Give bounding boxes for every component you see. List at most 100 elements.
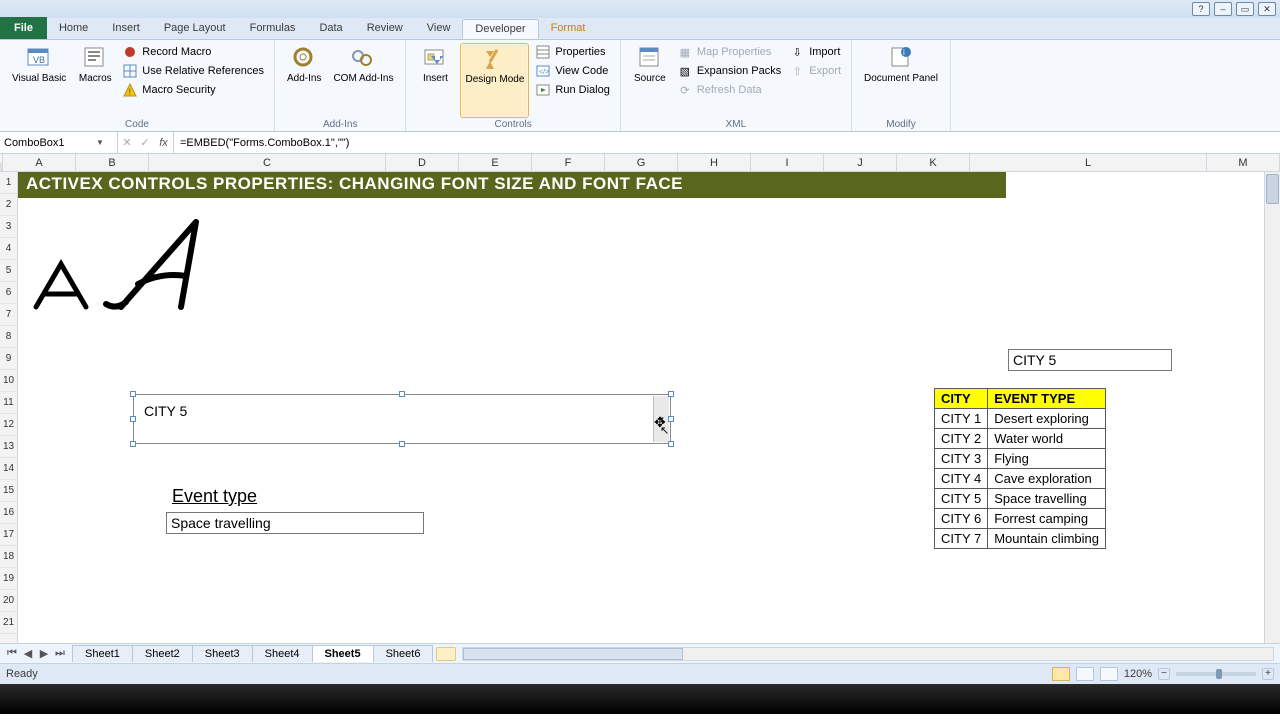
- minimize-button[interactable]: –: [1214, 2, 1232, 16]
- column-header[interactable]: L: [970, 154, 1207, 171]
- file-tab[interactable]: File: [0, 17, 47, 39]
- row-header[interactable]: 6: [0, 282, 17, 304]
- tab-page-layout[interactable]: Page Layout: [152, 19, 238, 39]
- sheet-tab[interactable]: Sheet3: [192, 645, 253, 662]
- row-header[interactable]: 1: [0, 172, 17, 194]
- tab-formulas[interactable]: Formulas: [238, 19, 308, 39]
- column-header[interactable]: J: [824, 154, 897, 171]
- row-header[interactable]: 16: [0, 502, 17, 524]
- resize-handle[interactable]: [399, 441, 405, 447]
- row-header[interactable]: 2: [0, 194, 17, 216]
- table-cell[interactable]: CITY 5: [935, 489, 988, 509]
- import-button[interactable]: ⇩Import: [787, 43, 843, 61]
- row-header[interactable]: 21: [0, 612, 17, 634]
- row-header[interactable]: 17: [0, 524, 17, 546]
- resize-handle[interactable]: [399, 391, 405, 397]
- insert-control-button[interactable]: Insert: [414, 43, 456, 118]
- run-dialog-button[interactable]: Run Dialog: [533, 81, 611, 99]
- column-header[interactable]: A: [3, 154, 76, 171]
- column-header[interactable]: I: [751, 154, 824, 171]
- close-button[interactable]: ✕: [1258, 2, 1276, 16]
- name-box-input[interactable]: [4, 137, 96, 149]
- table-cell[interactable]: Water world: [988, 429, 1106, 449]
- row-header[interactable]: 7: [0, 304, 17, 326]
- vertical-scrollbar[interactable]: [1264, 172, 1280, 643]
- tab-format[interactable]: Format: [539, 19, 598, 39]
- horizontal-scrollbar[interactable]: [462, 647, 1274, 661]
- scroll-thumb[interactable]: [1266, 174, 1279, 204]
- table-cell[interactable]: CITY 6: [935, 509, 988, 529]
- xml-source-button[interactable]: Source: [629, 43, 671, 118]
- formula-input[interactable]: =EMBED("Forms.ComboBox.1",""): [174, 137, 1280, 149]
- resize-handle[interactable]: [130, 441, 136, 447]
- table-cell[interactable]: Cave exploration: [988, 469, 1106, 489]
- tab-developer[interactable]: Developer: [462, 19, 538, 39]
- table-cell[interactable]: Flying: [988, 449, 1106, 469]
- row-header[interactable]: 19: [0, 568, 17, 590]
- resize-handle[interactable]: [668, 441, 674, 447]
- next-sheet-button[interactable]: ▶: [36, 647, 52, 660]
- zoom-level[interactable]: 120%: [1124, 668, 1152, 680]
- resize-handle[interactable]: [130, 416, 136, 422]
- row-header[interactable]: 14: [0, 458, 17, 480]
- row-header[interactable]: 18: [0, 546, 17, 568]
- view-code-button[interactable]: </>View Code: [533, 62, 611, 80]
- sheet-tab[interactable]: Sheet6: [373, 645, 434, 662]
- document-panel-button[interactable]: i Document Panel: [860, 43, 942, 118]
- resize-handle[interactable]: [668, 391, 674, 397]
- visual-basic-button[interactable]: VB Visual Basic: [8, 43, 70, 118]
- page-break-view-button[interactable]: [1100, 667, 1118, 681]
- tab-home[interactable]: Home: [47, 19, 100, 39]
- enter-icon[interactable]: ✓: [136, 132, 154, 153]
- row-header[interactable]: 3: [0, 216, 17, 238]
- new-sheet-button[interactable]: [436, 647, 456, 661]
- row-header[interactable]: 11: [0, 392, 17, 414]
- normal-view-button[interactable]: [1052, 667, 1070, 681]
- cancel-icon[interactable]: ✕: [118, 132, 136, 153]
- macro-security-button[interactable]: ! Macro Security: [120, 81, 266, 99]
- column-header[interactable]: G: [605, 154, 678, 171]
- addins-button[interactable]: Add-Ins: [283, 43, 325, 118]
- zoom-thumb[interactable]: [1216, 669, 1222, 679]
- zoom-out-button[interactable]: −: [1158, 668, 1170, 680]
- column-header[interactable]: E: [459, 154, 532, 171]
- row-header[interactable]: 15: [0, 480, 17, 502]
- os-taskbar[interactable]: [0, 684, 1280, 714]
- page-layout-view-button[interactable]: [1076, 667, 1094, 681]
- fx-button[interactable]: fx: [154, 132, 174, 153]
- last-sheet-button[interactable]: ⏭: [52, 647, 68, 660]
- sheet-tab[interactable]: Sheet1: [72, 645, 133, 662]
- com-addins-button[interactable]: COM Add-Ins: [329, 43, 397, 118]
- table-cell[interactable]: CITY 1: [935, 409, 988, 429]
- tab-data[interactable]: Data: [307, 19, 354, 39]
- expansion-packs-button[interactable]: ▧Expansion Packs: [675, 62, 783, 80]
- sheet-tab[interactable]: Sheet4: [252, 645, 313, 662]
- table-cell[interactable]: Desert exploring: [988, 409, 1106, 429]
- column-header[interactable]: H: [678, 154, 751, 171]
- row-header[interactable]: 5: [0, 260, 17, 282]
- resize-handle[interactable]: [668, 416, 674, 422]
- design-mode-button[interactable]: Design Mode: [460, 43, 529, 118]
- column-header[interactable]: D: [386, 154, 459, 171]
- zoom-slider[interactable]: [1176, 672, 1256, 676]
- table-cell[interactable]: CITY 2: [935, 429, 988, 449]
- prev-sheet-button[interactable]: ◀: [20, 647, 36, 660]
- row-header[interactable]: 10: [0, 370, 17, 392]
- row-header[interactable]: 12: [0, 414, 17, 436]
- column-header[interactable]: C: [149, 154, 386, 171]
- row-header[interactable]: 4: [0, 238, 17, 260]
- table-cell[interactable]: Mountain climbing: [988, 529, 1106, 549]
- hscroll-thumb[interactable]: [463, 648, 683, 660]
- sheet-tab[interactable]: Sheet2: [132, 645, 193, 662]
- restore-button[interactable]: ▭: [1236, 2, 1254, 16]
- table-cell[interactable]: CITY 3: [935, 449, 988, 469]
- use-relative-references-button[interactable]: Use Relative References: [120, 62, 266, 80]
- column-header[interactable]: K: [897, 154, 970, 171]
- row-header[interactable]: 20: [0, 590, 17, 612]
- record-macro-button[interactable]: Record Macro: [120, 43, 266, 61]
- column-header[interactable]: B: [76, 154, 149, 171]
- combobox-dropdown-button[interactable]: ▼: [653, 396, 669, 442]
- tab-review[interactable]: Review: [355, 19, 415, 39]
- zoom-in-button[interactable]: +: [1262, 668, 1274, 680]
- table-cell[interactable]: CITY 4: [935, 469, 988, 489]
